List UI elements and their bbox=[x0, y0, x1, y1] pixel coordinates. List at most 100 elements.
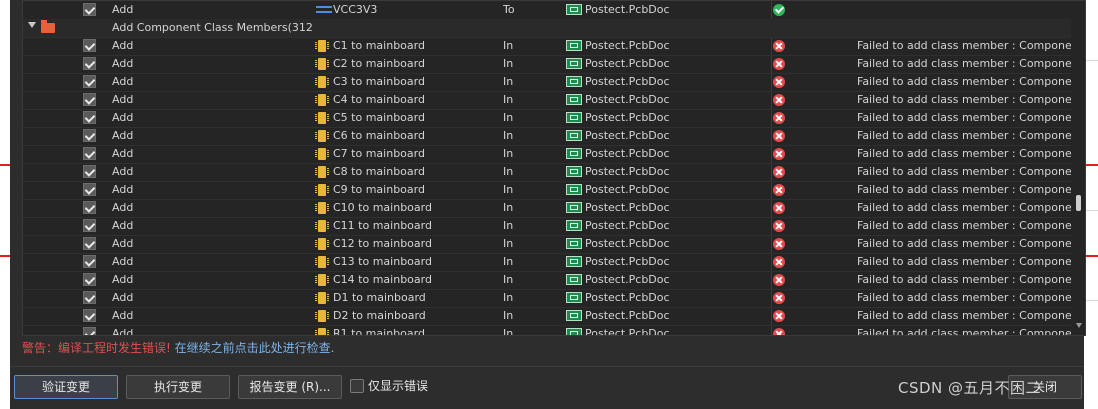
enable-checkbox[interactable] bbox=[83, 39, 96, 52]
enable-checkbox[interactable] bbox=[83, 75, 96, 88]
object-cell: C7 to mainboard bbox=[313, 145, 503, 163]
direction-cell: In bbox=[503, 93, 514, 106]
vertical-scrollbar[interactable] bbox=[1073, 1, 1085, 335]
enable-checkbox[interactable] bbox=[83, 255, 96, 268]
document-cell: Postect.PcbDoc bbox=[565, 181, 755, 199]
enable-checkbox[interactable] bbox=[83, 183, 96, 196]
direction-cell: In bbox=[503, 165, 514, 178]
table-row[interactable]: Add C12 to mainboard In Postect.PcbDoc Faile… bbox=[23, 235, 1071, 254]
action-cell: Add bbox=[112, 129, 134, 142]
component-icon bbox=[315, 94, 329, 106]
message-cell: Failed to add class member : Componen bbox=[857, 219, 1071, 232]
table-row[interactable]: Add C14 to mainboard In Postect.PcbDoc Faile… bbox=[23, 271, 1071, 290]
error-icon bbox=[773, 220, 785, 232]
status-cell bbox=[771, 235, 791, 253]
scroll-down-arrow-icon[interactable] bbox=[1076, 323, 1082, 328]
enable-checkbox[interactable] bbox=[83, 273, 96, 286]
changes-table: Add VCC3V3 To Postect.PcbDoc Add Compone… bbox=[22, 0, 1086, 336]
pcb-document-icon bbox=[566, 40, 582, 51]
message-cell: Failed to add class member : Componen bbox=[857, 147, 1071, 160]
document-cell: Postect.PcbDoc bbox=[565, 163, 755, 181]
check-link[interactable]: 在继续之前点击此处进行检查. bbox=[175, 341, 335, 355]
enable-checkbox[interactable] bbox=[83, 147, 96, 160]
pcb-document-icon bbox=[566, 256, 582, 267]
error-icon bbox=[773, 238, 785, 250]
component-icon bbox=[315, 76, 329, 88]
document-cell: Postect.PcbDoc bbox=[565, 127, 755, 145]
message-cell: Failed to add class member : Componen bbox=[857, 57, 1071, 70]
enable-checkbox[interactable] bbox=[83, 111, 96, 124]
document-cell: Postect.PcbDoc bbox=[565, 109, 755, 127]
collapse-toggle-icon[interactable] bbox=[28, 22, 36, 28]
pcb-document-icon bbox=[566, 202, 582, 213]
object-cell: C3 to mainboard bbox=[313, 73, 503, 91]
status-cell bbox=[771, 1, 791, 19]
action-cell: Add bbox=[112, 309, 134, 322]
object-cell: R1 to mainboard bbox=[313, 325, 503, 335]
pcb-document-icon bbox=[566, 4, 582, 15]
object-cell: C5 to mainboard bbox=[313, 109, 503, 127]
object-cell: C6 to mainboard bbox=[313, 127, 503, 145]
document-cell: Postect.PcbDoc bbox=[565, 307, 755, 325]
object-cell: C1 to mainboard bbox=[313, 37, 503, 55]
action-cell: Add bbox=[112, 39, 134, 52]
enable-checkbox[interactable] bbox=[83, 165, 96, 178]
background-window-right bbox=[1084, 0, 1098, 409]
enable-checkbox[interactable] bbox=[83, 309, 96, 322]
enable-checkbox[interactable] bbox=[83, 129, 96, 142]
table-row[interactable]: Add C5 to mainboard In Postect.PcbDoc Failed… bbox=[23, 109, 1071, 128]
direction-cell: In bbox=[503, 147, 514, 160]
action-cell: Add bbox=[112, 57, 134, 70]
table-row[interactable]: Add C7 to mainboard In Postect.PcbDoc Failed… bbox=[23, 145, 1071, 164]
action-cell: Add bbox=[112, 327, 134, 336]
engineering-change-order-dialog: Add VCC3V3 To Postect.PcbDoc Add Compone… bbox=[10, 0, 1086, 409]
table-row[interactable]: Add D2 to mainboard In Postect.PcbDoc Failed… bbox=[23, 307, 1071, 326]
enable-checkbox[interactable] bbox=[83, 291, 96, 304]
direction-cell: In bbox=[503, 57, 514, 70]
table-row[interactable]: Add C2 to mainboard In Postect.PcbDoc Failed… bbox=[23, 55, 1071, 74]
table-row[interactable]: Add C3 to mainboard In Postect.PcbDoc Failed… bbox=[23, 73, 1071, 92]
report-changes-button[interactable]: 报告变更 (R)... bbox=[238, 375, 342, 399]
error-icon bbox=[773, 58, 785, 70]
document-cell: Postect.PcbDoc bbox=[565, 289, 755, 307]
message-cell: Failed to add class member : Componen bbox=[857, 291, 1071, 304]
component-icon bbox=[315, 58, 329, 70]
table-row[interactable]: Add C10 to mainboard In Postect.PcbDoc Faile… bbox=[23, 199, 1071, 218]
table-row[interactable]: Add C9 to mainboard In Postect.PcbDoc Failed… bbox=[23, 181, 1071, 200]
table-row[interactable]: Add VCC3V3 To Postect.PcbDoc bbox=[23, 1, 1071, 20]
status-cell bbox=[771, 199, 791, 217]
table-row[interactable]: Add C4 to mainboard In Postect.PcbDoc Failed… bbox=[23, 91, 1071, 110]
status-cell bbox=[771, 55, 791, 73]
table-row[interactable]: Add C1 to mainboard In Postect.PcbDoc Failed… bbox=[23, 37, 1071, 56]
enable-checkbox[interactable] bbox=[83, 327, 96, 335]
table-row[interactable]: Add C8 to mainboard In Postect.PcbDoc Failed… bbox=[23, 163, 1071, 182]
validate-changes-button[interactable]: 验证变更 bbox=[14, 375, 118, 399]
enable-checkbox[interactable] bbox=[83, 3, 96, 16]
enable-checkbox[interactable] bbox=[83, 93, 96, 106]
background-window-left bbox=[0, 0, 10, 409]
scrollbar-thumb[interactable] bbox=[1076, 195, 1081, 211]
group-row[interactable]: Add Component Class Members(312 bbox=[23, 19, 1071, 38]
error-icon bbox=[773, 112, 785, 124]
document-cell: Postect.PcbDoc bbox=[565, 271, 755, 289]
table-row[interactable]: Add C6 to mainboard In Postect.PcbDoc Failed… bbox=[23, 127, 1071, 146]
object-cell: C10 to mainboard bbox=[313, 199, 503, 217]
document-cell: Postect.PcbDoc bbox=[565, 253, 755, 271]
status-cell bbox=[771, 289, 791, 307]
warning-text: 警告：编译工程时发生错误! bbox=[22, 341, 171, 355]
pcb-document-icon bbox=[566, 130, 582, 141]
action-cell: Add bbox=[112, 273, 134, 286]
table-row[interactable]: Add C11 to mainboard In Postect.PcbDoc Faile… bbox=[23, 217, 1071, 236]
enable-checkbox[interactable] bbox=[83, 219, 96, 232]
only-show-errors-checkbox[interactable] bbox=[350, 379, 364, 393]
table-row[interactable]: Add D1 to mainboard In Postect.PcbDoc Failed… bbox=[23, 289, 1071, 308]
folder-icon bbox=[41, 20, 55, 33]
table-row[interactable]: Add R1 to mainboard In Postect.PcbDoc Failed… bbox=[23, 325, 1071, 336]
document-cell: Postect.PcbDoc bbox=[565, 235, 755, 253]
enable-checkbox[interactable] bbox=[83, 201, 96, 214]
object-cell: D1 to mainboard bbox=[313, 289, 503, 307]
enable-checkbox[interactable] bbox=[83, 237, 96, 250]
table-row[interactable]: Add C13 to mainboard In Postect.PcbDoc Faile… bbox=[23, 253, 1071, 272]
enable-checkbox[interactable] bbox=[83, 57, 96, 70]
execute-changes-button[interactable]: 执行变更 bbox=[126, 375, 230, 399]
